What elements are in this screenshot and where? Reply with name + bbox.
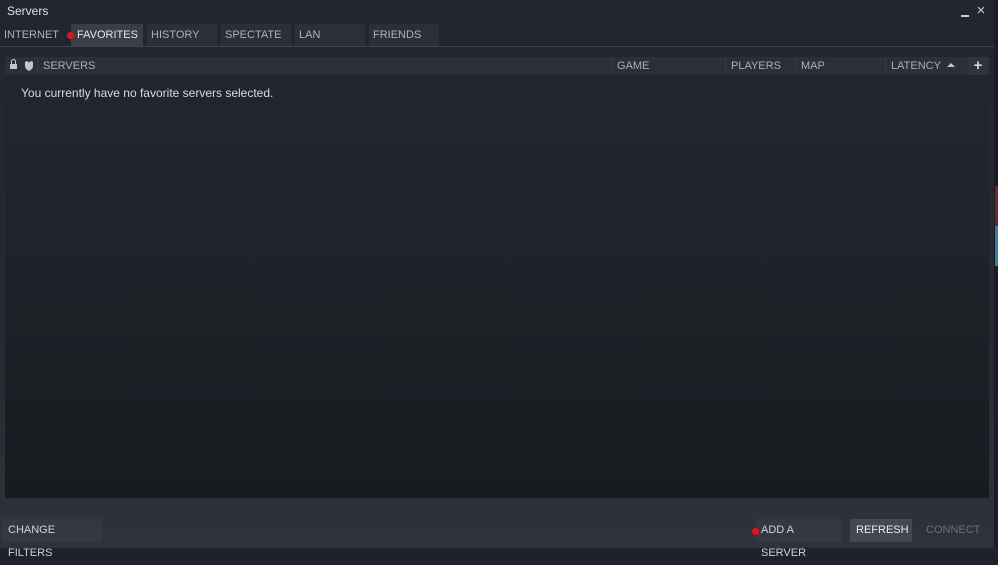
column-separator[interactable] (725, 58, 726, 74)
refresh-button[interactable]: REFRESH (850, 519, 912, 542)
tab-bar: INTERNET FAVORITES HISTORY SPECTATE LAN … (0, 24, 998, 46)
button-label: REFRESH (856, 524, 909, 536)
tab-label: HISTORY (151, 29, 200, 41)
close-icon: × (976, 2, 986, 19)
tab-divider (0, 46, 998, 47)
column-separator[interactable] (37, 58, 38, 74)
column-separator[interactable] (611, 58, 612, 74)
column-latency[interactable]: LATENCY (891, 57, 955, 75)
notification-dot (752, 528, 759, 535)
window-edge (994, 0, 998, 548)
column-map[interactable]: MAP (801, 57, 825, 75)
column-game[interactable]: GAME (617, 57, 649, 75)
tab-label: SPECTATE (225, 29, 282, 41)
list-header: SERVERS GAME PLAYERS MAP LATENCY + (5, 57, 989, 75)
column-separator[interactable] (885, 58, 886, 74)
tab-internet[interactable]: INTERNET (0, 24, 70, 46)
lock-icon[interactable] (10, 59, 17, 70)
tab-label: LAN (299, 29, 321, 41)
minimize-button[interactable] (958, 3, 972, 19)
plus-icon: + (973, 57, 983, 74)
title-bar[interactable]: Servers × (0, 0, 998, 24)
close-button[interactable]: × (974, 3, 988, 19)
add-server-button[interactable]: ADD A SERVER (752, 519, 842, 559)
tab-label: INTERNET (4, 29, 59, 41)
tab-label: FAVORITES (77, 29, 138, 41)
button-label: CHANGE FILTERS (8, 524, 56, 559)
window-title: Servers (7, 4, 49, 18)
column-servers[interactable]: SERVERS (43, 57, 95, 75)
button-label: ADD A SERVER (761, 524, 807, 559)
add-column-button[interactable]: + (967, 57, 989, 75)
column-latency-label: LATENCY (891, 60, 941, 72)
tab-friends[interactable]: FRIENDS (369, 24, 439, 46)
tab-history[interactable]: HISTORY (147, 24, 217, 46)
sort-ascending-icon (946, 63, 955, 67)
button-label: CONNECT (926, 524, 981, 536)
column-players[interactable]: PLAYERS (731, 57, 781, 75)
shield-icon[interactable] (25, 61, 33, 71)
change-filters-button[interactable]: CHANGE FILTERS (2, 519, 102, 559)
tab-lan[interactable]: LAN (295, 24, 365, 46)
server-list[interactable]: SERVERS GAME PLAYERS MAP LATENCY + You c… (5, 57, 989, 498)
column-separator[interactable] (795, 58, 796, 74)
connect-button[interactable]: CONNECT (920, 519, 984, 542)
tab-spectate[interactable]: SPECTATE (221, 24, 291, 46)
servers-window: Servers × INTERNET FAVORITES HISTORY SPE… (0, 0, 998, 559)
tab-favorites[interactable]: FAVORITES (67, 24, 143, 46)
empty-list-message: You currently have no favorite servers s… (21, 86, 274, 100)
notification-dot (67, 32, 74, 39)
tab-label: FRIENDS (373, 29, 422, 41)
